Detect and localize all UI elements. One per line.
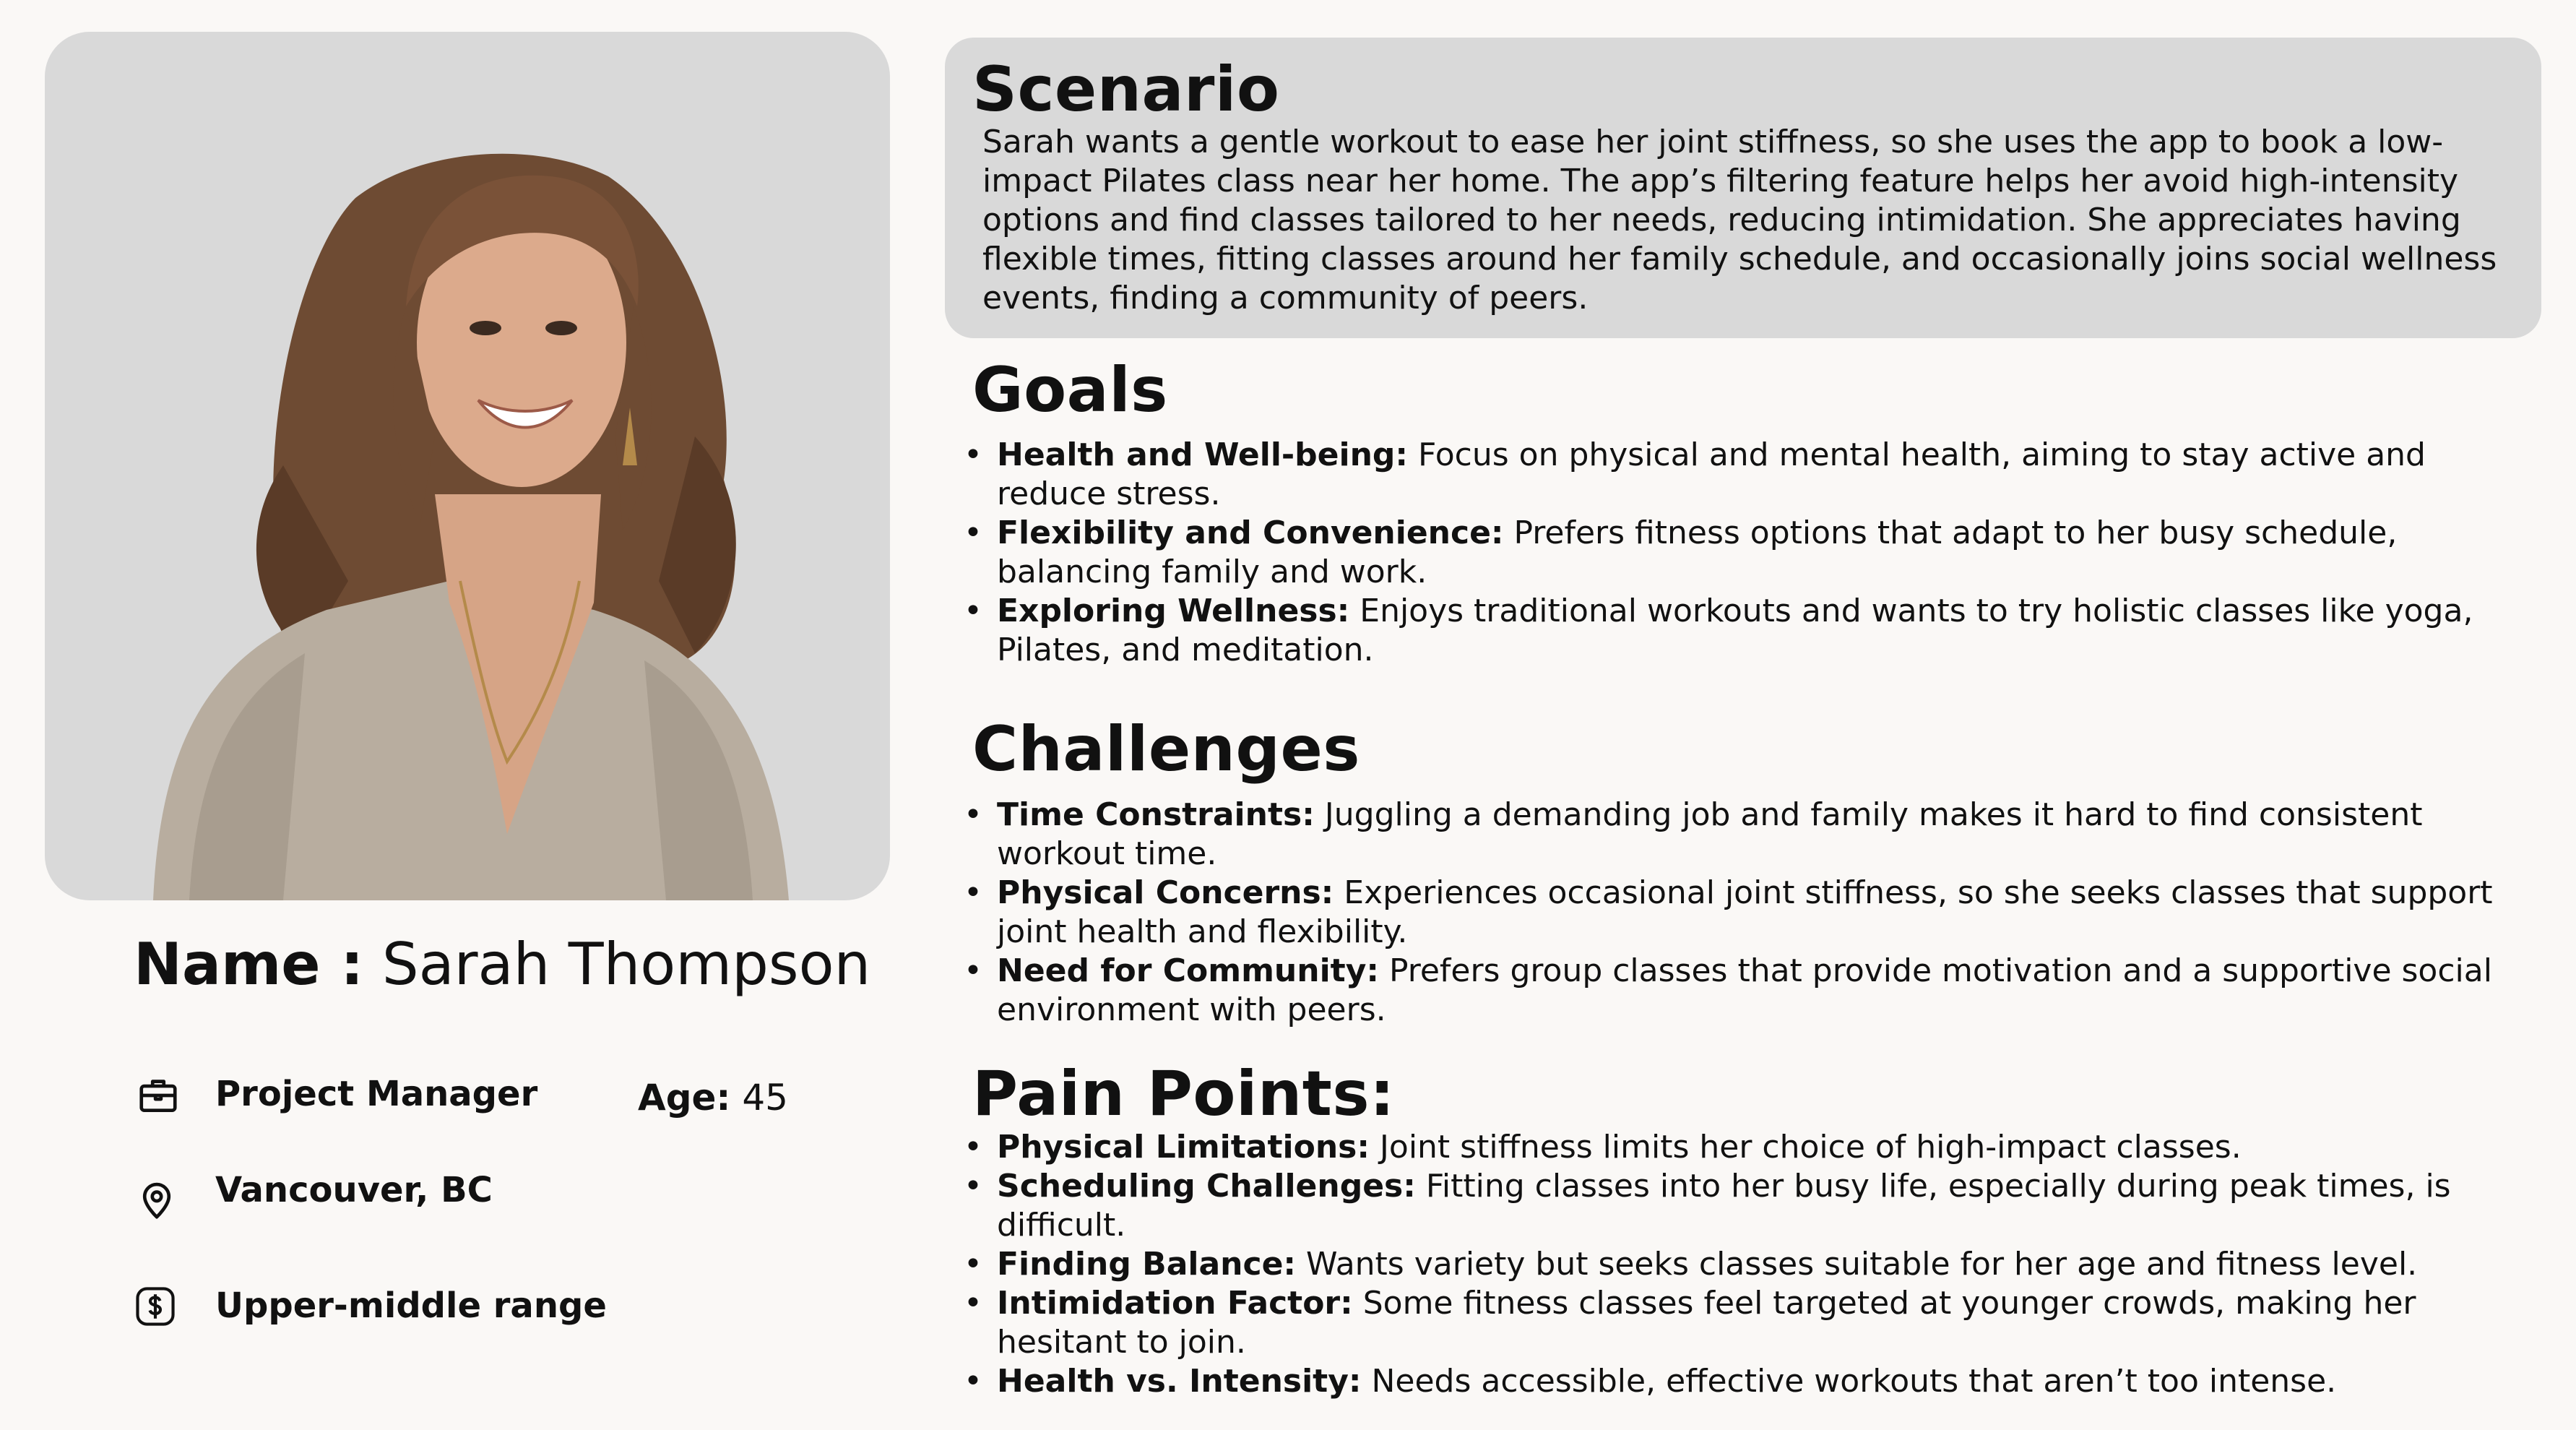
income: Upper-middle range <box>215 1285 607 1326</box>
pain-points-list: Physical Limitations: Joint stiffness li… <box>961 1128 2514 1401</box>
challenges-title: Challenges <box>972 713 1360 785</box>
location-pin-icon <box>134 1178 179 1223</box>
scenario-text: Sarah wants a gentle workout to ease her… <box>982 124 2497 316</box>
list-item: Finding Balance: Wants variety but seeks… <box>961 1245 2514 1284</box>
list-item: Health and Well-being: Focus on physical… <box>961 436 2514 514</box>
goals-title: Goals <box>972 354 1168 426</box>
list-item: Need for Community: Prefers group classe… <box>961 952 2514 1030</box>
age-value: 45 <box>742 1077 788 1119</box>
name-value: Sarah Thompson <box>381 931 871 998</box>
list-item: Physical Concerns: Experiences occasiona… <box>961 874 2514 952</box>
list-item: Scheduling Challenges: Fitting classes i… <box>961 1167 2514 1245</box>
goals-list: Health and Well-being: Focus on physical… <box>961 436 2514 670</box>
age-label: Age: <box>638 1077 731 1119</box>
persona-name: Name : Sarah Thompson <box>134 929 870 1001</box>
name-label: Name : <box>134 931 364 998</box>
challenges-list: Time Constraints: Juggling a demanding j… <box>961 796 2514 1030</box>
list-item: Exploring Wellness: Enjoys traditional w… <box>961 592 2514 670</box>
age: Age: 45 <box>638 1075 788 1120</box>
dollar-icon <box>133 1284 178 1329</box>
location: Vancouver, BC <box>215 1170 493 1210</box>
list-item: Time Constraints: Juggling a demanding j… <box>961 796 2514 874</box>
persona-photo <box>45 32 890 900</box>
list-item: Physical Limitations: Joint stiffness li… <box>961 1128 2514 1167</box>
briefcase-icon <box>136 1073 181 1118</box>
pain-points-title: Pain Points: <box>972 1058 1395 1130</box>
scenario-title: Scenario <box>972 53 1280 126</box>
list-item: Flexibility and Convenience: Prefers fit… <box>961 514 2514 592</box>
portrait-illustration <box>153 153 789 900</box>
list-item: Intimidation Factor: Some fitness classe… <box>961 1284 2514 1362</box>
occupation: Project Manager <box>215 1074 538 1114</box>
list-item: Health vs. Intensity: Needs accessible, … <box>961 1362 2514 1401</box>
